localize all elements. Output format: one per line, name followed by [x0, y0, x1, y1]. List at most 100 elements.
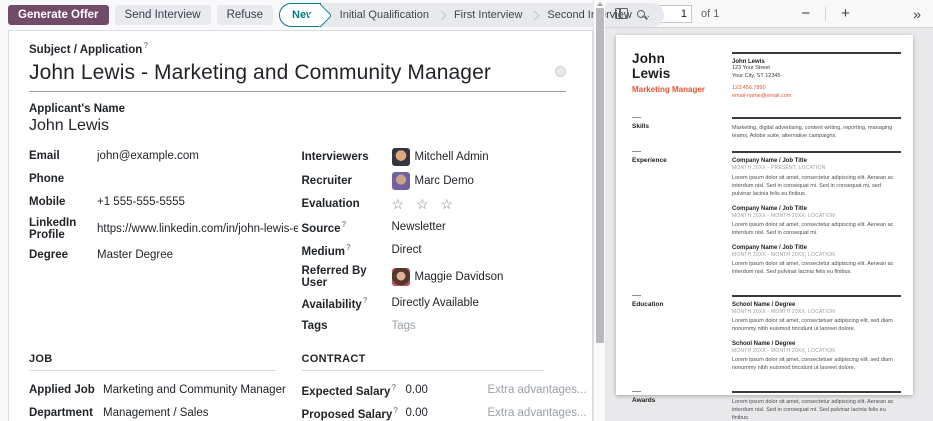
applicant-name-field[interactable]: John Lewis [29, 117, 566, 135]
department-row: Department Management / Sales [29, 405, 298, 421]
availability-label: Availability? [302, 296, 392, 311]
section-dash [632, 391, 641, 392]
availability-field[interactable]: Directly Available [392, 297, 479, 309]
resume-email: email-name@email.com [732, 93, 901, 101]
phone-label: Phone [29, 173, 97, 185]
mobile-row: Mobile +1 555-555-5555 [29, 194, 298, 211]
awards-section-label: Awards [632, 397, 732, 404]
expected-extra-advantages-field[interactable]: Extra advantages... [488, 384, 587, 396]
star-rating-icons[interactable]: ☆ ☆ ☆ [392, 196, 457, 213]
proposed-salary-field[interactable]: 0.00 [406, 407, 488, 419]
interviewers-field[interactable]: Mitchell Admin [392, 148, 489, 166]
mobile-label: Mobile [29, 196, 97, 208]
applicant-name-label: Applicant's Name [29, 103, 566, 115]
source-label: Source? [302, 220, 392, 235]
recruiter-label: Recruiter [302, 175, 392, 187]
sidebar-toggle-icon[interactable] [615, 8, 628, 19]
scrollbar-up-arrow-icon[interactable] [597, 2, 603, 6]
toolbar-more-chevrons-icon[interactable]: » [911, 6, 923, 22]
email-field[interactable]: john@example.com [97, 150, 199, 162]
proposed-salary-label-text: Proposed Salary [302, 409, 393, 421]
degree-field[interactable]: Master Degree [97, 249, 173, 261]
recruiter-name[interactable]: Marc Demo [415, 175, 474, 187]
email-label: Email [29, 150, 97, 162]
help-tooltip-icon: ? [346, 243, 351, 252]
stage-initial-qualification[interactable]: Initial Qualification [335, 9, 434, 21]
source-field[interactable]: Newsletter [392, 221, 446, 233]
recruitment-application-window: Generate Offer Send Interview Refuse New… [0, 0, 933, 421]
referred-by-field[interactable]: Maggie Davidson [392, 268, 504, 286]
form-scrollbar[interactable] [594, 0, 605, 421]
subject-label-text: Subject / Application [29, 44, 142, 56]
subject-label: Subject / Application? [29, 41, 566, 56]
resume-contact-block: John Lewis 123 Your Street Your City, ST… [732, 52, 901, 101]
experience-entry: Company Name / Job Title MONTH 20XX - MO… [732, 206, 901, 238]
tags-field[interactable]: Tags [392, 320, 416, 332]
recruiter-field[interactable]: Marc Demo [392, 172, 474, 190]
resume-header: John Lewis Marketing Manager John Lewis … [632, 52, 901, 101]
referred-by-name[interactable]: Maggie Davidson [415, 271, 504, 283]
linkedin-row: LinkedIn Profile https://www.linkedin.co… [29, 217, 298, 241]
medium-label: Medium? [302, 243, 392, 258]
pdf-viewer-canvas[interactable]: John Lewis Marketing Manager John Lewis … [605, 28, 933, 421]
entry-meta: MONTH 20XX - MONTH 20XX, LOCATION [732, 348, 901, 354]
chevron-right-icon [437, 10, 447, 20]
entry-title: School Name / Degree [732, 302, 901, 308]
entry-body: Lorem ipsum dolor sit amet, consectetuer… [732, 317, 901, 334]
entry-title: School Name / Degree [732, 341, 901, 347]
chevron-right-icon [530, 10, 540, 20]
stage-new[interactable]: New [279, 3, 321, 27]
tags-label: Tags [302, 320, 392, 332]
entry-body: Lorem ipsum dolor sit amet, consectetur … [732, 221, 901, 238]
avatar [392, 172, 410, 190]
zoom-out-button[interactable]: − [795, 5, 816, 22]
entry-meta: MONTH 20XX - MONTH 20XX, LOCATION [732, 309, 901, 315]
help-tooltip-icon: ? [143, 41, 148, 50]
education-section-label: Education [632, 301, 732, 308]
medium-field[interactable]: Direct [392, 244, 422, 256]
send-interview-button[interactable]: Send Interview [115, 5, 211, 25]
mobile-field[interactable]: +1 555-555-5555 [97, 196, 185, 208]
resume-role: Marketing Manager [632, 85, 732, 94]
evaluation-row: Evaluation ☆ ☆ ☆ [302, 196, 567, 213]
generate-offer-button[interactable]: Generate Offer [8, 5, 109, 25]
tags-row: Tags Tags [302, 318, 567, 335]
expected-salary-label-text: Expected Salary [302, 386, 391, 398]
proposed-extra-advantages-field[interactable]: Extra advantages... [488, 407, 587, 419]
resume-experience-section: Experience Company Name / Job Title MONT… [632, 151, 901, 283]
department-field[interactable]: Management / Sales [103, 407, 208, 419]
left-field-column: Email john@example.com Phone Mobile +1 5… [29, 148, 298, 341]
toolbar-divider [825, 7, 826, 21]
linkedin-label: LinkedIn Profile [29, 217, 97, 241]
refuse-button[interactable]: Refuse [217, 5, 273, 25]
source-row: Source? Newsletter [302, 219, 567, 236]
page-title[interactable]: John Lewis - Marketing and Community Man… [29, 61, 548, 85]
linkedin-field[interactable]: https://www.linkedin.com/in/john-lewis-e… [97, 223, 298, 235]
zoom-in-button[interactable]: + [835, 5, 856, 22]
proposed-salary-label: Proposed Salary? [302, 406, 406, 421]
resume-page: John Lewis Marketing Manager John Lewis … [616, 35, 913, 395]
awards-text: Lorem ipsum dolor sit amet, consectetur … [732, 398, 901, 421]
availability-row: Availability? Directly Available [302, 295, 567, 312]
stage-statusbar: New Initial Qualification First Intervie… [279, 3, 664, 27]
entry-title: Company Name / Job Title [732, 245, 901, 251]
expected-salary-field[interactable]: 0.00 [406, 384, 488, 396]
source-label-text: Source [302, 223, 341, 235]
medium-row: Medium? Direct [302, 242, 567, 259]
resume-education-section: Education School Name / Degree MONTH 20X… [632, 295, 901, 380]
phone-row: Phone [29, 171, 298, 188]
help-tooltip-icon: ? [391, 383, 396, 392]
interviewer-name[interactable]: Mitchell Admin [415, 151, 489, 163]
avatar [392, 148, 410, 166]
entry-meta: MONTH 20XX - MONTH 20XX, LOCATION [732, 213, 901, 219]
kanban-state-indicator[interactable] [555, 66, 566, 77]
entry-meta: MONTH 20XX - MONTH 20XX, LOCATION [732, 252, 901, 258]
applied-job-field[interactable]: Marketing and Community Manager [103, 384, 286, 396]
applied-job-row: Applied Job Marketing and Community Mana… [29, 382, 298, 399]
contract-section: CONTRACT Expected Salary? 0.00 Extra adv… [298, 353, 567, 421]
scrollbar-thumb[interactable] [596, 8, 604, 343]
action-toolbar: Generate Offer Send Interview Refuse New… [0, 0, 593, 30]
resume-sections: Skills Marketing, digital advertising, c… [632, 117, 901, 421]
stage-first-interview[interactable]: First Interview [449, 9, 527, 21]
resume-identity: John Lewis Marketing Manager [632, 52, 732, 101]
